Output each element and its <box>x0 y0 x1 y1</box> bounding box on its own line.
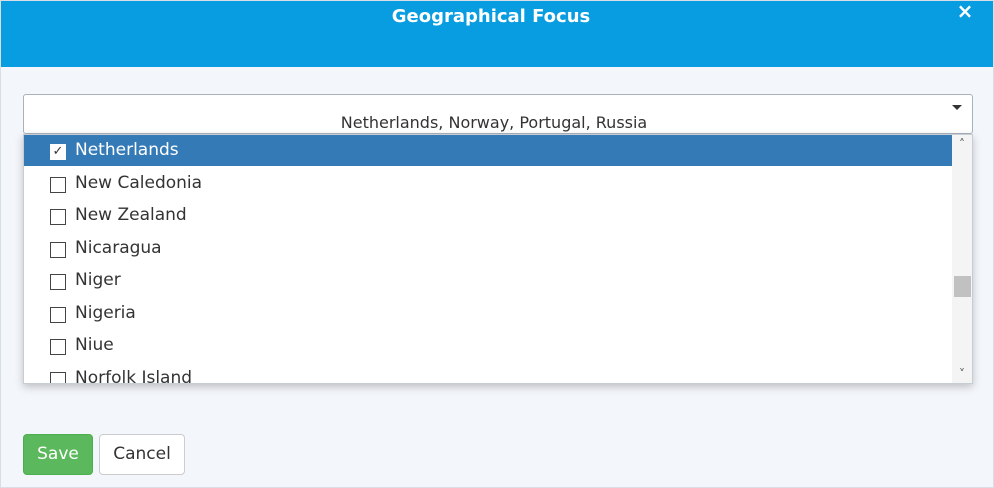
modal-header: Geographical Focus × <box>1 1 993 67</box>
option-label: Niger <box>75 269 121 290</box>
option-netherlands[interactable]: ✓ Netherlands <box>24 135 952 166</box>
chevron-down-icon[interactable]: ˅ <box>952 365 972 383</box>
scroll-thumb[interactable] <box>954 276 971 297</box>
chevron-up-icon[interactable]: ˄ <box>952 135 972 153</box>
geographical-focus-modal: Geographical Focus × Netherlands, Norway… <box>0 0 994 488</box>
modal-title: Geographical Focus <box>391 6 591 27</box>
option-list: ✓ Netherlands New Caledonia New Zealand … <box>24 135 952 383</box>
option-label: Nicaragua <box>75 237 162 258</box>
option-new-caledonia[interactable]: New Caledonia <box>24 166 952 199</box>
option-niue[interactable]: Niue <box>24 328 952 361</box>
select-value: Netherlands, Norway, Portugal, Russia <box>340 113 648 132</box>
caret-down-icon[interactable] <box>952 105 962 110</box>
option-nicaragua[interactable]: Nicaragua <box>24 231 952 264</box>
checkbox-icon[interactable] <box>50 338 66 355</box>
close-icon[interactable]: × <box>955 1 975 21</box>
country-multiselect[interactable]: Netherlands, Norway, Portugal, Russia <box>23 94 973 134</box>
option-label: Niue <box>75 334 114 355</box>
checkbox-icon[interactable] <box>50 176 66 193</box>
checkbox-icon[interactable] <box>50 273 66 290</box>
option-label: Nigeria <box>75 302 136 323</box>
option-label: New Zealand <box>75 204 187 225</box>
checkbox-icon[interactable] <box>50 306 66 323</box>
checkbox-icon[interactable] <box>50 208 66 225</box>
option-norfolk-island[interactable]: Norfolk Island <box>24 361 952 383</box>
checkbox-icon[interactable] <box>50 371 66 383</box>
checkbox-icon[interactable] <box>50 241 66 258</box>
save-button[interactable]: Save <box>23 434 93 475</box>
option-new-zealand[interactable]: New Zealand <box>24 198 952 231</box>
option-label: New Caledonia <box>75 172 203 193</box>
dropdown-scrollbar[interactable]: ˄ ˅ <box>952 135 972 383</box>
option-nigeria[interactable]: Nigeria <box>24 296 952 329</box>
checkbox-checked-icon[interactable]: ✓ <box>50 143 66 160</box>
country-dropdown: ✓ Netherlands New Caledonia New Zealand … <box>23 134 973 384</box>
cancel-button[interactable]: Cancel <box>99 434 185 475</box>
option-label: Netherlands <box>75 139 179 160</box>
option-niger[interactable]: Niger <box>24 263 952 296</box>
option-label: Norfolk Island <box>75 367 193 384</box>
